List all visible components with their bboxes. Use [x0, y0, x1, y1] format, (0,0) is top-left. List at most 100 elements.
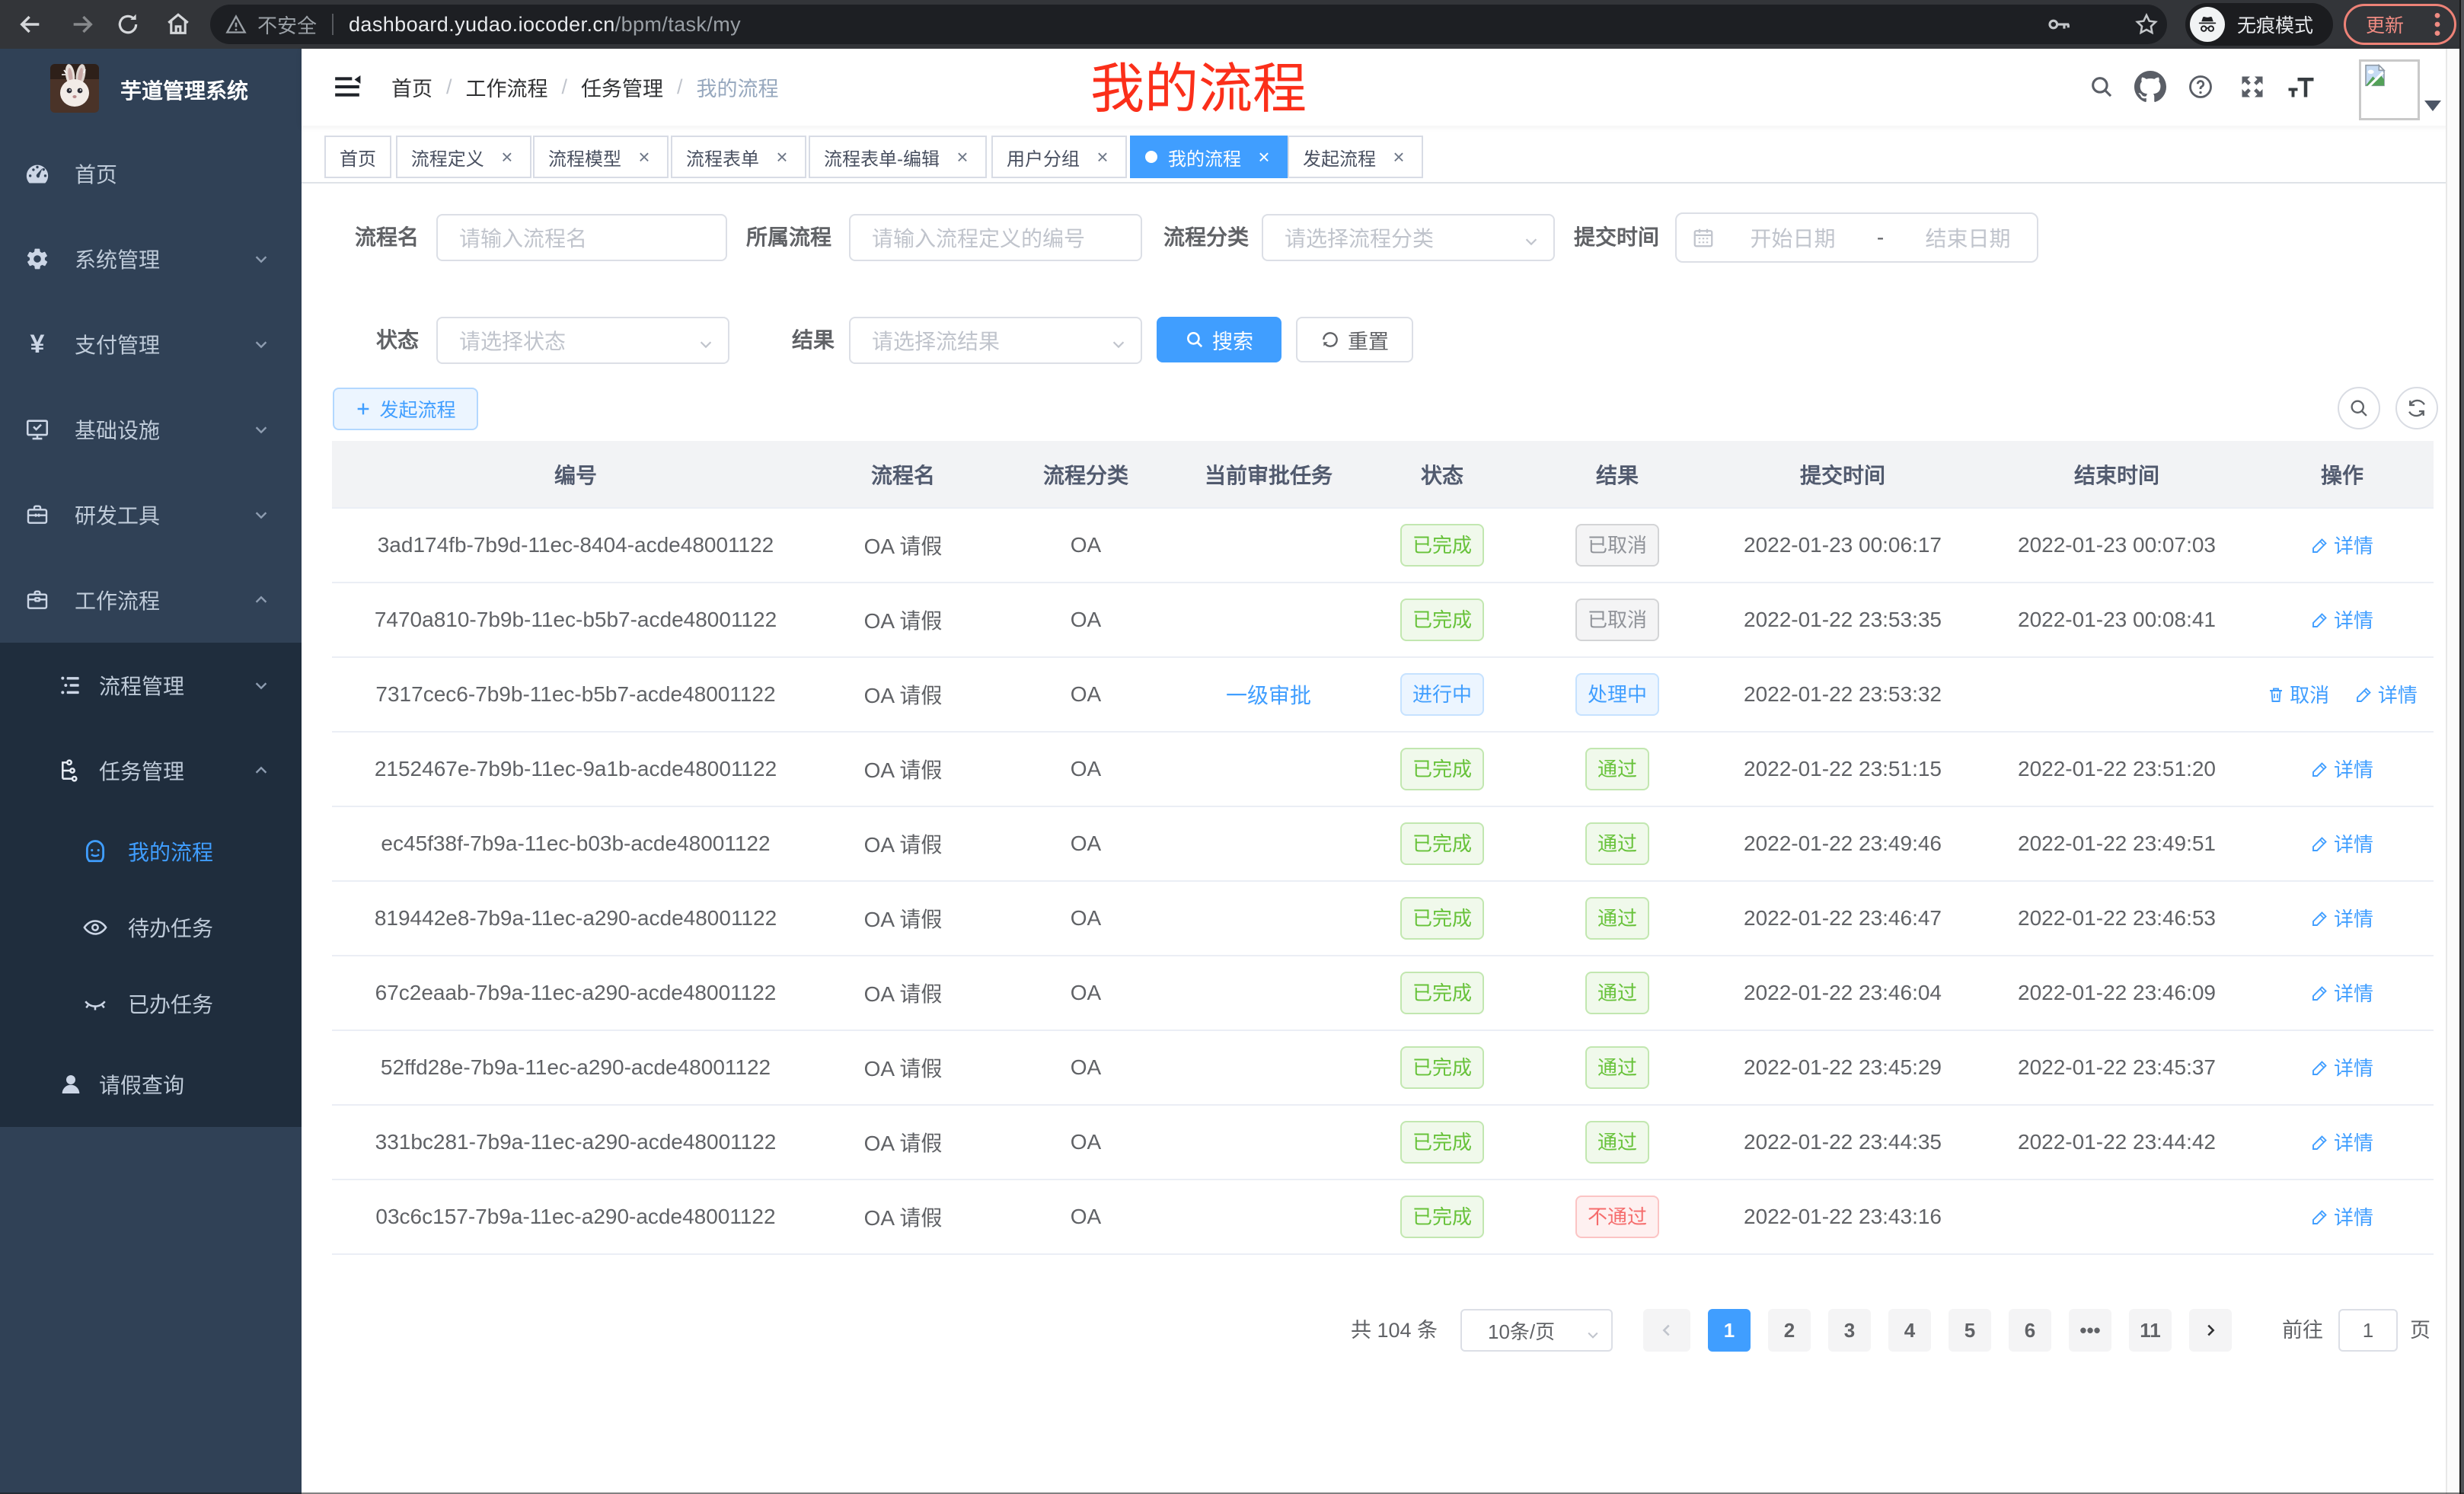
page-url[interactable]: dashboard.yudao.iocoder.cn/bpm/task/my [349, 13, 741, 37]
goto-page-input[interactable]: 1 [2338, 1309, 2398, 1352]
detail-action-link[interactable]: 详情 [2311, 1053, 2373, 1081]
tab-user-group[interactable]: 用户分组 × [991, 136, 1127, 178]
sidebar-collapse-button[interactable] [327, 67, 367, 107]
table-search-toggle-button[interactable] [2338, 387, 2380, 429]
sidebar-item-payment[interactable]: ¥ 支付管理 [0, 302, 302, 387]
briefcase-icon [24, 587, 50, 613]
address-bar[interactable]: 不安全 dashboard.yudao.iocoder.cn/bpm/task/… [210, 5, 2167, 44]
browser-reload-button[interactable] [108, 0, 148, 49]
page-number-button[interactable]: 11 [2129, 1309, 2172, 1352]
page-number-button[interactable]: 3 [1828, 1309, 1871, 1352]
page-scrollbar-track[interactable] [2446, 49, 2459, 1494]
password-key-icon[interactable] [2047, 11, 2073, 37]
tab-close-icon[interactable]: × [1255, 148, 1273, 166]
tab-start-process[interactable]: 发起流程× [1288, 136, 1423, 178]
date-start-placeholder[interactable]: 开始日期 [1724, 222, 1862, 253]
browser-home-button[interactable] [158, 0, 198, 49]
filter-status-select[interactable]: 请选择状态 [436, 317, 729, 364]
sidebar-item-leave-query[interactable]: 请假查询 [0, 1042, 302, 1127]
tab-close-icon[interactable]: × [953, 148, 972, 166]
page-number-button[interactable]: 1 [1708, 1309, 1751, 1352]
monitor-icon [24, 417, 50, 442]
detail-action-link[interactable]: 详情 [2311, 755, 2373, 783]
header-fullscreen-button[interactable] [2231, 49, 2274, 125]
sidebar-item-system[interactable]: 系统管理 [0, 216, 302, 302]
prev-page-button[interactable] [1643, 1309, 1690, 1352]
tab-process-definition[interactable]: 流程定义× [396, 136, 531, 178]
tab-home[interactable]: 首页 [324, 136, 391, 178]
cell-status: 已完成 [1352, 881, 1532, 956]
filter-definition-input[interactable]: 请输入流程定义的编号 [849, 214, 1142, 261]
search-button[interactable]: 搜索 [1157, 317, 1281, 362]
browser-back-button[interactable] [11, 0, 50, 49]
cell-actions: 详情 [2251, 732, 2434, 806]
sidebar-item-task-mgmt[interactable]: 任务管理 [0, 728, 302, 813]
browser-forward-button[interactable] [62, 0, 102, 49]
page-number-button[interactable]: ••• [2069, 1309, 2111, 1352]
sidebar-item-done-task[interactable]: 已办任务 [0, 966, 302, 1042]
filter-category-select[interactable]: 请选择流程分类 [1262, 214, 1555, 261]
edit-pen-icon [2311, 984, 2329, 1002]
detail-action-link[interactable]: 详情 [2311, 904, 2373, 932]
breadcrumb-task-mgmt[interactable]: 任务管理 [581, 72, 663, 102]
next-page-button[interactable] [2189, 1309, 2232, 1352]
col-name: 流程名 [819, 441, 987, 508]
browser-menu-dots-icon[interactable] [2434, 12, 2440, 37]
header-search-button[interactable] [2080, 49, 2123, 125]
header-help-button[interactable] [2179, 49, 2222, 125]
tab-close-icon[interactable]: × [773, 148, 791, 166]
sidebar-item-workflow[interactable]: 工作流程 [0, 557, 302, 643]
detail-action-link[interactable]: 详情 [2311, 605, 2373, 634]
update-label[interactable]: 更新 [2366, 11, 2404, 38]
tab-close-icon[interactable]: × [635, 148, 653, 166]
filter-result-select[interactable]: 请选择流结果 [849, 317, 1142, 364]
header-fontsize-button[interactable] [2280, 49, 2322, 125]
page-number-button[interactable]: 5 [1949, 1309, 1991, 1352]
detail-action-link[interactable]: 详情 [2311, 1128, 2373, 1156]
cancel-action-link[interactable]: 取消 [2267, 680, 2329, 708]
status-tag: 已完成 [1400, 524, 1484, 567]
cell-id: 3ad174fb-7b9d-11ec-8404-acde48001122 [332, 508, 819, 583]
tab-close-icon[interactable]: × [498, 148, 516, 166]
detail-action-link[interactable]: 详情 [2311, 531, 2373, 559]
sidebar-item-todo-task[interactable]: 待办任务 [0, 889, 302, 966]
table-refresh-button[interactable] [2395, 387, 2438, 429]
page-number-button[interactable]: 2 [1768, 1309, 1811, 1352]
page-number-button[interactable]: 6 [2009, 1309, 2051, 1352]
header-github-button[interactable] [2127, 49, 2173, 125]
sidebar-item-home[interactable]: 首页 [0, 131, 302, 216]
user-avatar-dropdown[interactable] [2359, 59, 2444, 120]
sidebar-item-devtools[interactable]: 研发工具 [0, 472, 302, 557]
date-end-placeholder[interactable]: 结束日期 [1899, 222, 2037, 253]
page-size-select[interactable]: 10条/页 [1460, 1309, 1613, 1352]
detail-action-link[interactable]: 详情 [2311, 1202, 2373, 1231]
tab-process-form-edit[interactable]: 流程表单-编辑× [809, 136, 987, 178]
page-number-button[interactable]: 4 [1888, 1309, 1931, 1352]
tab-process-model[interactable]: 流程模型× [533, 136, 669, 178]
create-process-button[interactable]: 发起流程 [333, 388, 478, 430]
tab-label: 用户分组 [1007, 144, 1080, 171]
tab-process-form[interactable]: 流程表单 × [671, 136, 806, 178]
detail-action-link[interactable]: 详情 [2355, 680, 2418, 708]
tab-close-icon[interactable]: × [1390, 148, 1408, 166]
reset-button[interactable]: 重置 [1296, 317, 1413, 362]
task-link[interactable]: 一级审批 [1226, 684, 1311, 707]
tab-close-icon[interactable]: × [1093, 148, 1112, 166]
home-icon [165, 11, 191, 37]
bookmark-star-icon[interactable] [2134, 11, 2159, 37]
breadcrumb-home[interactable]: 首页 [391, 72, 432, 102]
sidebar-item-process-mgmt[interactable]: 流程管理 [0, 643, 302, 728]
breadcrumb-workflow[interactable]: 工作流程 [466, 72, 548, 102]
tab-label: 流程表单 [686, 144, 759, 171]
breadcrumb-separator: / [562, 75, 568, 99]
browser-update-button[interactable]: 更新 [2344, 4, 2456, 45]
filter-name-input[interactable]: 请输入流程名 [436, 214, 727, 261]
sidebar-item-infra[interactable]: 基础设施 [0, 387, 302, 472]
detail-action-link[interactable]: 详情 [2311, 978, 2373, 1007]
security-label[interactable]: 不安全 [257, 11, 317, 39]
tab-label: 首页 [340, 144, 376, 171]
sidebar-item-my-process[interactable]: 我的流程 [0, 813, 302, 889]
filter-time-range[interactable]: 开始日期 - 结束日期 [1675, 212, 2038, 263]
tab-my-process[interactable]: 我的流程× [1130, 136, 1288, 178]
detail-action-link[interactable]: 详情 [2311, 829, 2373, 857]
